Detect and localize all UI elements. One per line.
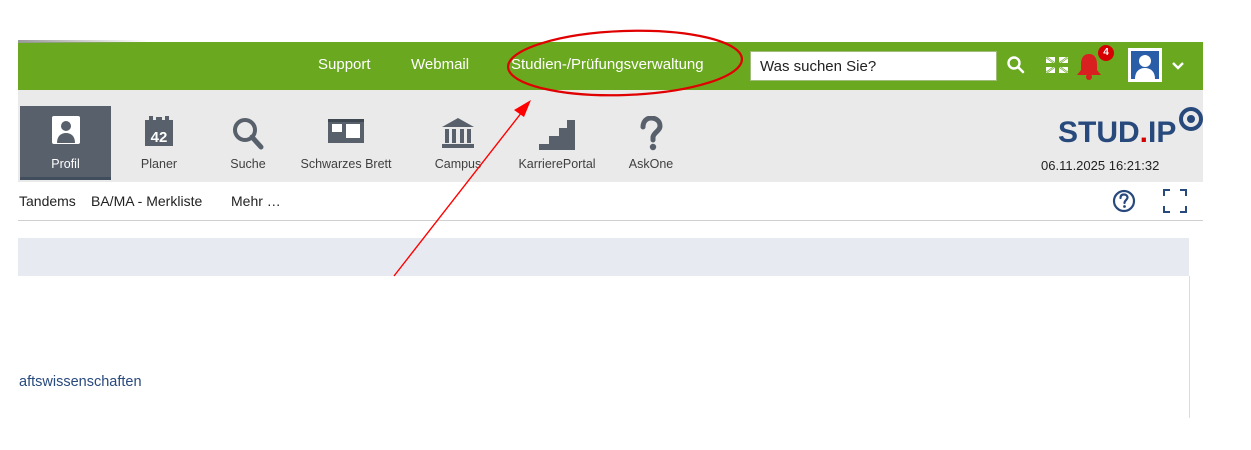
nav-item-planer[interactable]: 42 Planer — [136, 106, 182, 180]
stairs-icon — [539, 120, 575, 150]
subnav-item-tandems[interactable]: Tandems — [19, 193, 76, 209]
nav-item-askone[interactable]: AskOne — [626, 106, 676, 180]
nav-item-campus[interactable]: Campus — [428, 106, 488, 180]
search-icon — [233, 118, 264, 150]
subnav-item-mehr[interactable]: Mehr … — [231, 193, 281, 209]
webmail-link[interactable]: Webmail — [411, 56, 469, 73]
uk-flag-icon — [1045, 56, 1069, 74]
nav-item-label: AskOne — [628, 157, 674, 171]
nav-item-suche[interactable]: Suche — [226, 106, 270, 180]
subnav-item-merkliste[interactable]: BA/MA - Merkliste — [91, 193, 202, 209]
search-button[interactable] — [1002, 52, 1030, 80]
content-header — [18, 238, 1189, 277]
logo-text-main: STUD — [1058, 116, 1140, 149]
nav-item-label: Schwarzes Brett — [300, 157, 392, 171]
support-link[interactable]: Support — [318, 56, 371, 73]
nav-item-profil[interactable]: Profil — [20, 106, 111, 180]
header-shadow — [18, 40, 148, 43]
building-icon — [442, 118, 474, 148]
logo-text-end: IP — [1148, 116, 1177, 149]
fullscreen-icon — [1163, 189, 1187, 213]
studip-logo-circle-icon — [1179, 107, 1203, 131]
search-input[interactable] — [750, 51, 997, 81]
nav-item-label: Planer — [140, 157, 178, 171]
chevron-down-icon — [1172, 62, 1184, 70]
sub-navigation: Tandems BA/MA - Merkliste Mehr … — [18, 182, 1203, 221]
fullscreen-button[interactable] — [1162, 188, 1188, 214]
question-icon — [640, 116, 663, 151]
language-flag-uk[interactable] — [1045, 56, 1069, 74]
user-menu-toggle[interactable] — [1170, 59, 1186, 73]
main-navigation: Profil 42 Planer Suche Schwarzes Brett C… — [18, 90, 1203, 183]
notification-count-badge: 4 — [1098, 45, 1114, 61]
user-avatar[interactable] — [1128, 48, 1162, 82]
content-panel — [18, 276, 1190, 418]
nav-item-label: KarrierePortal — [518, 157, 596, 171]
help-icon — [1112, 189, 1136, 213]
content-link[interactable]: aftswissenschaften — [19, 374, 142, 390]
board-icon — [328, 119, 364, 143]
nav-item-label: Profil — [51, 157, 80, 171]
nav-item-label: Campus — [434, 157, 482, 171]
nav-item-karriereportal[interactable]: KarrierePortal — [512, 106, 602, 180]
nav-item-schwarzes-brett[interactable]: Schwarzes Brett — [288, 106, 404, 180]
studip-logo[interactable]: STUD.IP — [1058, 116, 1176, 150]
search-icon — [1007, 56, 1025, 74]
studien-pruefungsverwaltung-link[interactable]: Studien-/Prüfungsverwaltung — [511, 56, 704, 73]
user-avatar-icon — [1128, 48, 1162, 82]
calendar-icon: 42 — [145, 116, 173, 146]
profile-icon — [51, 116, 80, 144]
calendar-day-number: 42 — [151, 129, 168, 146]
nav-item-label: Suche — [230, 157, 266, 171]
help-button[interactable] — [1112, 189, 1136, 213]
current-datetime: 06.11.2025 16:21:32 — [1041, 158, 1160, 173]
logo-text-dot: . — [1139, 116, 1149, 149]
